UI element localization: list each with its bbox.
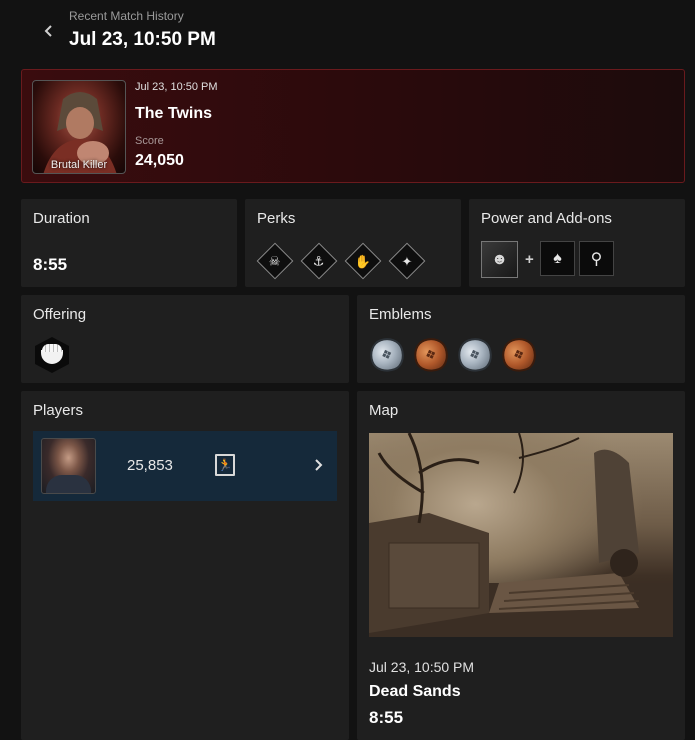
offering-bowl-icon[interactable]: [34, 337, 70, 373]
duration-title: Duration: [33, 210, 90, 227]
page-title: Jul 23, 10:50 PM: [69, 29, 216, 50]
killer-name: The Twins: [135, 105, 213, 122]
players-title: Players: [33, 402, 84, 419]
offering-title: Offering: [33, 306, 87, 323]
power-addons-panel: Power and Add-ons ☻ + ♠ ⚲: [469, 199, 685, 287]
emblem-silver-icon[interactable]: ❖: [455, 335, 495, 375]
power-icon[interactable]: ☻: [481, 241, 518, 278]
avatar: [41, 438, 96, 494]
addon-magnifier-icon[interactable]: ⚲: [579, 241, 614, 276]
plus-sign: +: [525, 251, 534, 268]
emblems-panel: Emblems ❖ ❖ ❖ ❖: [357, 295, 685, 383]
emblem-bronze-icon[interactable]: ❖: [499, 335, 539, 375]
duration-panel: Duration 8:55: [21, 199, 237, 287]
killer-role-label: Brutal Killer: [50, 159, 108, 171]
map-image: [369, 433, 673, 637]
score-label: Score: [135, 135, 164, 147]
player-row[interactable]: 25,853 🏃: [33, 431, 337, 501]
emblem-bronze-icon[interactable]: ❖: [411, 335, 451, 375]
header-subtitle: Recent Match History: [69, 9, 184, 23]
chevron-left-icon: [44, 25, 52, 37]
player-score: 25,853: [127, 457, 173, 474]
map-duration: 8:55: [369, 708, 404, 727]
addon-acorn-icon[interactable]: ♠: [540, 241, 575, 276]
perks-title: Perks: [257, 210, 296, 227]
perk-icon-3[interactable]: ✋: [344, 242, 382, 280]
perk-icon-1[interactable]: ☠: [256, 242, 294, 280]
players-panel: Players 25,853 🏃: [21, 391, 349, 740]
emblems-title: Emblems: [369, 306, 432, 323]
header: Recent Match History Jul 23, 10:50 PM: [0, 0, 695, 64]
back-button[interactable]: [38, 20, 60, 42]
emblem-silver-icon[interactable]: ❖: [367, 335, 407, 375]
map-name: Dead Sands: [369, 683, 461, 700]
map-title: Map: [369, 402, 399, 419]
duration-value: 8:55: [33, 255, 68, 274]
chevron-right-icon[interactable]: [312, 457, 324, 473]
escape-icon: 🏃: [215, 454, 235, 476]
map-date: Jul 23, 10:50 PM: [369, 659, 475, 675]
perk-icon-4[interactable]: ✦: [388, 242, 426, 280]
offering-panel: Offering: [21, 295, 349, 383]
perk-icon-2[interactable]: ⚓: [300, 242, 338, 280]
match-date: Jul 23, 10:50 PM: [135, 81, 218, 93]
perks-panel: Perks ☠ ⚓ ✋ ✦: [245, 199, 461, 287]
killer-portrait: Brutal Killer: [32, 80, 126, 174]
map-panel: Map Jul 23, 10:50 PM Dead Sands 8:55: [357, 391, 685, 740]
power-addons-title: Power and Add-ons: [481, 210, 612, 227]
score-value: 24,050: [135, 152, 184, 169]
match-summary-card: Brutal Killer Jul 23, 10:50 PM The Twins…: [21, 69, 685, 183]
